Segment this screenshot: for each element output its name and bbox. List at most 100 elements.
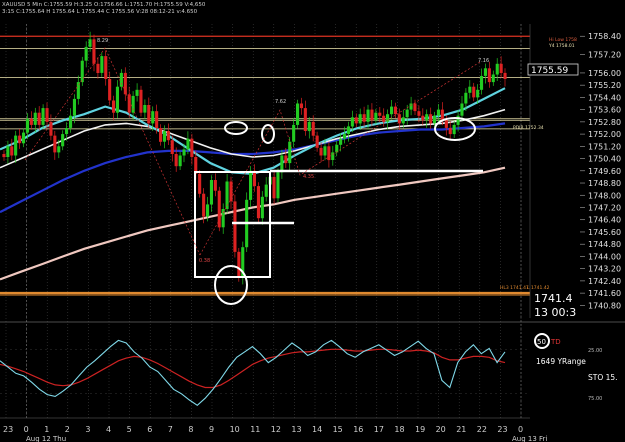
candle-body [405, 109, 409, 118]
candle-body [41, 108, 45, 125]
candle-body [190, 138, 194, 157]
candle-body [6, 146, 10, 157]
candle-body [45, 108, 49, 122]
last-price-big: 1741.4 [534, 292, 573, 305]
candle-body [464, 92, 468, 104]
x-tick-label: 0 [518, 425, 523, 434]
candle-body [225, 181, 229, 209]
candle-body [10, 146, 14, 156]
candle-body [53, 135, 57, 153]
candle-body [460, 103, 464, 116]
candle-body [401, 117, 405, 124]
candle-body [366, 109, 370, 122]
candle-body [127, 94, 131, 113]
x-tick-label: 18 [394, 425, 404, 434]
candle-body [425, 114, 429, 121]
candle-body [393, 106, 397, 115]
candle-body [88, 39, 92, 47]
candle-body [123, 72, 127, 95]
candle-body [29, 118, 33, 125]
td-badge-number: 50 [537, 338, 546, 346]
candle-body [37, 112, 41, 125]
candle-body [143, 105, 147, 113]
x-tick-label: 5 [127, 425, 132, 434]
candle-body [155, 111, 159, 128]
candle-body [292, 124, 296, 142]
candle-body [276, 172, 280, 199]
candle-body [382, 115, 386, 122]
hi-low-label: Hi Low 1758 [549, 37, 577, 43]
y-tick-label: 1751.20 [588, 142, 621, 151]
candle-body [159, 128, 163, 142]
candle-body [299, 103, 303, 109]
td-label: TD [550, 338, 561, 346]
current-price-label: 1755.59 [531, 66, 568, 76]
candle-body [119, 72, 123, 87]
y4-label: Y4 1758.01 [548, 43, 575, 49]
x-tick-label: 8 [188, 425, 193, 434]
candle-body [483, 68, 487, 76]
candle-body [440, 109, 444, 121]
candle-body [417, 111, 421, 116]
annotation-716: 7.16 [478, 58, 489, 64]
candle-body [472, 86, 476, 98]
candle-body [213, 180, 217, 191]
candle-body [487, 68, 491, 83]
candle-body [237, 251, 241, 278]
annotation-038: 0.38 [199, 258, 210, 264]
candle-body [22, 132, 26, 144]
y-tick-label: 1754.40 [588, 93, 621, 102]
y-tick-label: 1740.80 [588, 301, 621, 310]
candle-body [476, 89, 480, 98]
candle-body [80, 60, 84, 83]
x-tick-label: 22 [477, 425, 487, 434]
time-big: 13 00:3 [534, 306, 576, 319]
y-tick-label: 1742.40 [588, 277, 621, 286]
x-tick-label: 2 [65, 425, 70, 434]
x-date-label: Aug 13 Fri [512, 435, 547, 442]
x-date-label: Aug 12 Thu [26, 435, 66, 442]
candle-body [139, 89, 143, 113]
candle-body [25, 118, 29, 133]
x-tick-label: 13 [291, 425, 301, 434]
x-tick-label: 23 [497, 425, 507, 434]
candle-body [386, 114, 390, 122]
candle-body [264, 184, 268, 197]
annotation-762: 7.62 [275, 99, 286, 105]
annotation-829: 8.29 [97, 38, 108, 44]
x-tick-label: 20 [436, 425, 446, 434]
candle-body [491, 74, 495, 83]
candle-body [296, 103, 300, 125]
stoch-scale-bottom: 75.00 [588, 396, 602, 402]
candle-body [92, 39, 96, 64]
y-tick-label: 1757.20 [588, 51, 621, 60]
candle-body [69, 115, 73, 128]
candle-body [358, 114, 362, 124]
candle-body [503, 72, 507, 79]
candle-body [397, 114, 401, 124]
candle-body [307, 121, 311, 132]
pdir-label: PDIR 1752.34 [513, 125, 544, 131]
x-tick-label: 3 [85, 425, 90, 434]
candle-body [319, 147, 323, 156]
x-tick-label: 10 [230, 425, 240, 434]
candle-body [14, 135, 18, 156]
hl3-label: HL3 1741.47 [500, 285, 529, 291]
candle-body [65, 128, 69, 135]
x-tick-label: 1 [44, 425, 49, 434]
candle-body [198, 173, 202, 194]
hl3-label-b: L 1741.42 [527, 285, 550, 291]
x-tick-label: 0 [24, 425, 29, 434]
y-tick-label: 1753.60 [588, 106, 621, 115]
x-tick-label: 23 [3, 425, 13, 434]
x-tick-label: 21 [456, 425, 466, 434]
y-tick-label: 1750.40 [588, 155, 621, 164]
candle-body [135, 89, 139, 96]
x-tick-label: 4 [106, 425, 111, 434]
candle-body [303, 108, 307, 131]
candle-body [343, 134, 347, 139]
candle-body [252, 170, 256, 187]
candle-body [413, 103, 417, 112]
candle-body [151, 111, 155, 124]
y-tick-label: 1748.00 [588, 191, 621, 200]
